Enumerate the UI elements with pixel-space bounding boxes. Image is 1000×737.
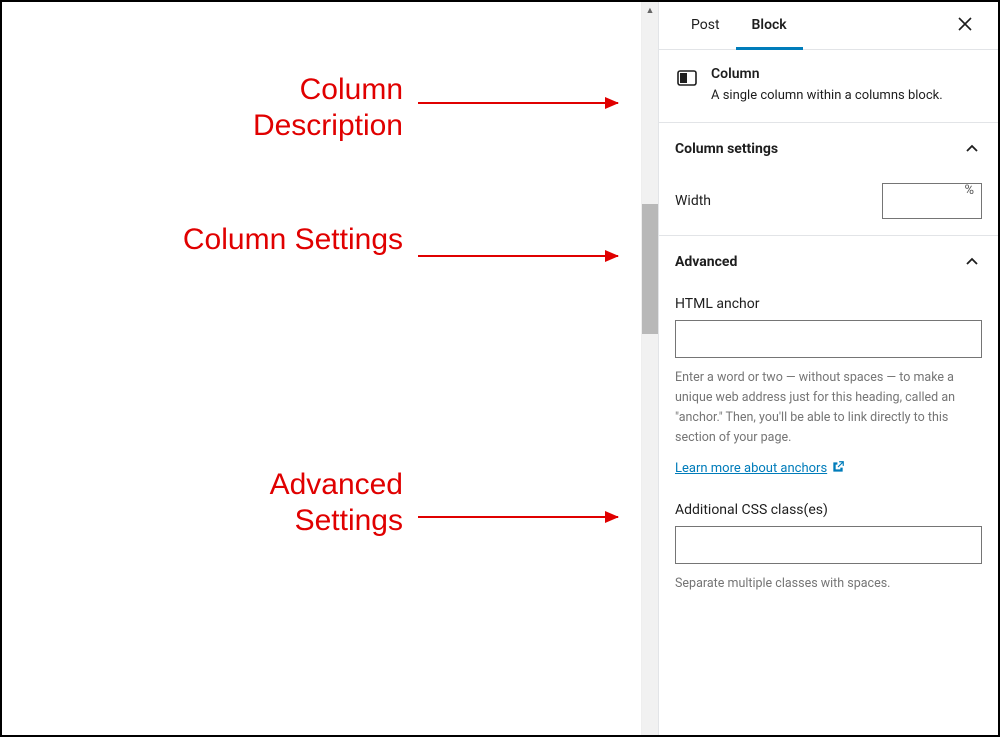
annotation-arrow (418, 102, 618, 104)
vertical-scrollbar[interactable]: ▲ (641, 2, 658, 735)
learn-more-anchors-link[interactable]: Learn more about anchors (675, 460, 845, 478)
width-label: Width (675, 193, 711, 209)
chevron-up-icon (962, 139, 982, 159)
column-settings-panel: Column settings Width % (659, 123, 998, 236)
annotation-column-description: Column Description (177, 72, 403, 144)
panel-title: Advanced (675, 254, 737, 270)
html-anchor-label: HTML anchor (675, 296, 982, 312)
tab-block[interactable]: Block (736, 3, 803, 50)
advanced-panel: Advanced HTML anchor Enter a word or two… (659, 236, 998, 610)
column-settings-toggle[interactable]: Column settings (659, 123, 998, 175)
additional-css-help: Separate multiple classes with spaces. (675, 574, 982, 594)
annotation-arrow (418, 255, 618, 257)
html-anchor-input[interactable] (675, 320, 982, 358)
annotation-arrow (418, 516, 618, 518)
block-description-card: Column A single column within a columns … (659, 50, 998, 123)
block-title: Column (711, 66, 943, 82)
additional-css-label: Additional CSS class(es) (675, 502, 982, 518)
link-text: Learn more about anchors (675, 461, 827, 476)
external-link-icon (831, 460, 845, 478)
scroll-track[interactable] (642, 19, 658, 735)
close-icon[interactable] (948, 6, 982, 46)
settings-sidebar: Post Block Column A single column within… (658, 2, 998, 735)
panel-title: Column settings (675, 141, 778, 157)
column-block-icon (675, 66, 699, 90)
advanced-toggle[interactable]: Advanced (659, 236, 998, 288)
sidebar-tabs: Post Block (659, 2, 998, 50)
additional-css-input[interactable] (675, 526, 982, 564)
scroll-thumb[interactable] (642, 204, 658, 334)
width-input[interactable] (882, 183, 982, 219)
annotation-advanced-settings: Advanced Settings (177, 467, 403, 539)
tab-post[interactable]: Post (675, 3, 736, 50)
chevron-up-icon (962, 252, 982, 272)
annotation-column-settings: Column Settings (177, 222, 403, 258)
block-description: A single column within a columns block. (711, 86, 943, 106)
editor-canvas: Column Description Column Settings Advan… (2, 2, 641, 735)
html-anchor-help: Enter a word or two — without spaces — t… (675, 368, 982, 448)
scroll-up-icon[interactable]: ▲ (642, 2, 659, 19)
